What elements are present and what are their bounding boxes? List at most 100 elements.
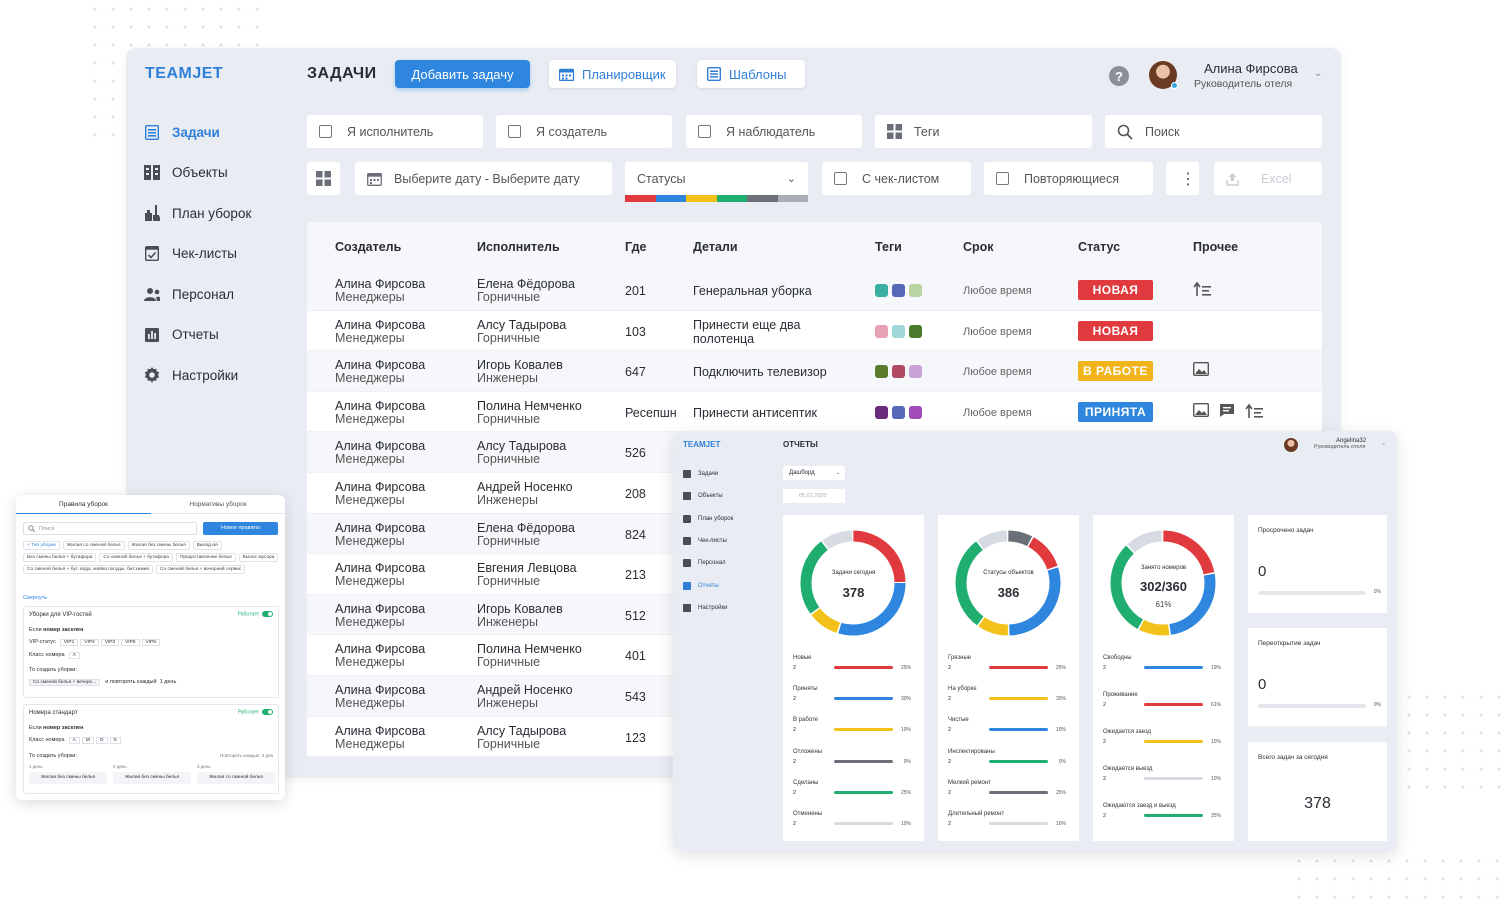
view-toggle-button[interactable]	[307, 162, 340, 195]
add-task-button[interactable]: Добавить задачу	[395, 60, 530, 88]
reports-nav-item-1[interactable]: Задачи	[683, 463, 733, 485]
active-toggle[interactable]	[262, 709, 273, 715]
sort-icon[interactable]	[1245, 403, 1263, 422]
sidebar-item-7[interactable]: Настройки	[144, 355, 294, 396]
executor-checkbox[interactable]	[319, 125, 332, 138]
sidebar-item-4[interactable]: Чек-листы	[144, 234, 294, 275]
value-chip[interactable]: Со сменой белья + вечерн...	[29, 679, 101, 686]
reports-avatar[interactable]	[1284, 438, 1298, 452]
col-status[interactable]: Статус	[1078, 240, 1120, 254]
table-row[interactable]: Алина Фирсова Менеджеры Полина Немченко Гор…	[307, 392, 1322, 433]
value-chip[interactable]: S	[109, 737, 121, 744]
table-row[interactable]: Алина Фирсова Менеджеры Елена Фёдорова Горн…	[307, 270, 1322, 311]
avatar[interactable]	[1149, 61, 1178, 89]
image-icon[interactable]	[1192, 402, 1210, 422]
tag-swatch[interactable]	[909, 365, 922, 379]
reports-nav-item-7[interactable]: Настройки	[683, 597, 733, 619]
checklist-filter[interactable]: С чек-листом	[822, 162, 971, 195]
tag-swatch[interactable]	[892, 365, 905, 379]
sidebar-item-2[interactable]: Объекты	[144, 153, 294, 194]
sidebar-item-3[interactable]: План уборок	[144, 193, 294, 234]
tab-cleaning-rules[interactable]: Правила уборок	[16, 495, 151, 514]
value-chip[interactable]: VIP8	[141, 639, 160, 646]
status-badge[interactable]: ПРИНЯТА	[1078, 401, 1153, 422]
new-rule-button[interactable]: Новое правило	[203, 522, 278, 535]
tag-swatch[interactable]	[909, 284, 922, 297]
col-other[interactable]: Прочее	[1193, 240, 1238, 254]
repeat-value[interactable]: 1 день	[160, 679, 177, 685]
cleaning-type-chip[interactable]: Вынос мусора	[238, 553, 279, 562]
status-badge[interactable]: НОВАЯ	[1078, 280, 1153, 300]
col-executor[interactable]: Исполнитель	[477, 240, 560, 254]
cleaning-type-chip[interactable]: Жилая без смены белья	[127, 541, 190, 550]
chevron-down-icon[interactable]: ⌄	[1314, 68, 1322, 79]
table-row[interactable]: Алина Фирсова Менеджеры Игорь Ковалев Инжен…	[307, 351, 1322, 392]
tab-cleaning-norms[interactable]: Нормативы уборок	[151, 495, 285, 514]
rules-search-input[interactable]: Поиск	[23, 522, 197, 535]
sidebar-item-1[interactable]: Задачи	[144, 112, 294, 153]
reports-nav-item-3[interactable]: План уборок	[683, 508, 733, 530]
col-tags[interactable]: Теги	[875, 240, 902, 254]
status-badge[interactable]: НОВАЯ	[1078, 320, 1153, 341]
creator-checkbox[interactable]	[508, 125, 521, 138]
cleaning-type-chip[interactable]: Со сменой белья + вечерний сервис	[156, 565, 246, 574]
repeating-checkbox[interactable]	[996, 172, 1009, 185]
view-select[interactable]: Дашборд ⌄	[783, 466, 845, 480]
reports-nav-item-2[interactable]: Объекты	[683, 485, 733, 507]
collapse-link[interactable]: Свернуть	[23, 595, 47, 601]
tag-swatch[interactable]	[875, 324, 888, 338]
help-icon[interactable]: ?	[1109, 66, 1129, 86]
tags-filter[interactable]: Теги	[875, 115, 1092, 148]
repeating-filter[interactable]: Повторяющиеся	[984, 162, 1153, 195]
cleaning-type-chip[interactable]: Предоставление белья	[175, 553, 236, 562]
sidebar-item-6[interactable]: Отчеты	[144, 315, 294, 356]
tag-swatch[interactable]	[875, 284, 888, 297]
tag-swatch[interactable]	[909, 405, 922, 419]
active-toggle[interactable]	[262, 611, 273, 617]
excel-export-button[interactable]: Excel	[1214, 162, 1322, 195]
tag-swatch[interactable]	[875, 405, 888, 419]
cleaning-type-chip[interactable]: Выезд-ая	[192, 541, 222, 550]
comment-icon[interactable]	[1219, 403, 1235, 422]
col-where[interactable]: Где	[625, 240, 647, 254]
table-row[interactable]: Алина Фирсова Менеджеры Алсу Тадырова Горни…	[307, 311, 1322, 352]
planner-button[interactable]: Планировщик	[549, 60, 676, 88]
executor-filter[interactable]: Я исполнитель	[307, 115, 483, 148]
value-chip[interactable]: O	[95, 737, 108, 744]
more-options-button[interactable]: ⋮	[1166, 162, 1199, 195]
cleaning-type-chip[interactable]: Без смены белья + бутафора	[23, 553, 97, 562]
templates-button[interactable]: Шаблоны	[697, 60, 805, 88]
value-chip[interactable]: A	[68, 737, 80, 744]
tag-swatch[interactable]	[892, 405, 905, 419]
cleaning-type-chip[interactable]: Со сменой белья + бутафора	[99, 553, 173, 562]
reports-nav-item-5[interactable]: Персонал	[683, 552, 733, 574]
checklist-checkbox[interactable]	[834, 172, 847, 185]
value-chip[interactable]: VIP5	[121, 639, 140, 646]
col-creator[interactable]: Создатель	[335, 240, 401, 254]
cleaning-type-chip[interactable]: + Тип уборки	[23, 541, 60, 550]
value-chip[interactable]: VIP2	[80, 639, 99, 646]
reports-date-picker[interactable]: 05.01.2020	[783, 489, 845, 503]
chevron-down-icon[interactable]: ⌄	[1381, 440, 1386, 447]
day-task[interactable]: Жилая без смены белья	[113, 772, 191, 784]
day-task[interactable]: Жилая со сменой белья	[197, 772, 275, 784]
cleaning-type-chip[interactable]: Со сменой белья + бут. вода, мойка посуд…	[23, 565, 154, 574]
value-chip[interactable]: VIP3	[100, 639, 120, 646]
value-chip[interactable]: M	[81, 737, 94, 744]
statuses-select[interactable]: Статусы ⌄	[625, 162, 808, 195]
value-chip[interactable]: A	[68, 652, 80, 659]
reports-nav-item-6[interactable]: Отчеты	[683, 574, 733, 596]
tag-swatch[interactable]	[875, 365, 888, 379]
creator-filter[interactable]: Я создатель	[496, 115, 672, 148]
date-range-picker[interactable]: Выберите дату - Выберите дату	[355, 162, 612, 195]
sidebar-item-5[interactable]: Персонал	[144, 274, 294, 315]
tag-swatch[interactable]	[892, 324, 905, 338]
reports-nav-item-4[interactable]: Чек-листы	[683, 530, 733, 552]
col-details[interactable]: Детали	[693, 240, 738, 254]
day-task[interactable]: Жилая без смены белья	[29, 772, 107, 784]
search-input[interactable]: Поиск	[1105, 115, 1322, 148]
tag-swatch[interactable]	[892, 284, 905, 297]
tag-swatch[interactable]	[909, 324, 922, 338]
col-deadline[interactable]: Срок	[963, 240, 994, 254]
sort-icon[interactable]	[1193, 281, 1211, 300]
